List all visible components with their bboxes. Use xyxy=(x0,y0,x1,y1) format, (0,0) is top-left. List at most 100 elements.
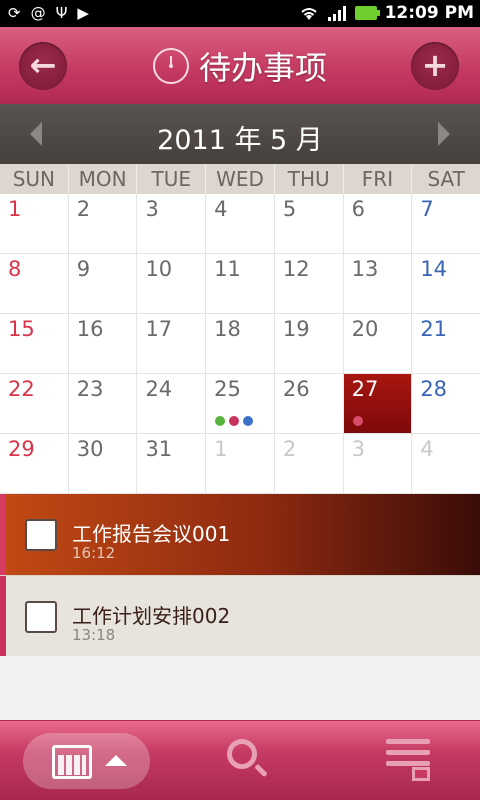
weekday-label: WED xyxy=(206,164,275,194)
status-right-icons: 12:09 PM xyxy=(299,3,474,23)
weekday-label: MON xyxy=(69,164,138,194)
page-title: 待办事项 xyxy=(198,49,327,87)
play-icon: ▶ xyxy=(77,4,89,22)
event-dot xyxy=(229,416,240,426)
calendar-icon xyxy=(52,745,92,779)
usb-icon: Ψ xyxy=(55,4,68,22)
day-number: 25 xyxy=(214,377,241,401)
empty-area xyxy=(0,656,480,720)
day-number: 9 xyxy=(76,257,91,281)
signal-icon xyxy=(327,6,346,21)
calendar-day[interactable]: 7 xyxy=(412,194,480,253)
calendar-day[interactable]: 9 xyxy=(69,254,138,313)
calendar-day[interactable]: 1 xyxy=(0,194,69,253)
task-checkbox[interactable] xyxy=(25,601,57,633)
weekday-label: TUE xyxy=(137,164,207,194)
status-time: 12:09 PM xyxy=(384,3,474,23)
calendar-day[interactable]: 19 xyxy=(275,314,344,373)
calendar-day[interactable]: 6 xyxy=(344,194,413,253)
day-number: 8 xyxy=(8,257,22,281)
day-number: 3 xyxy=(351,437,365,461)
bottom-nav xyxy=(0,720,480,800)
weekday-label: FRI xyxy=(344,164,413,194)
calendar-day[interactable]: 16 xyxy=(69,314,138,373)
app-header: ← 待办事项 + xyxy=(0,27,480,104)
calendar-day[interactable]: 2 xyxy=(275,434,344,493)
calendar-day[interactable]: 1 xyxy=(206,434,275,493)
calendar-day[interactable]: 3 xyxy=(344,434,413,493)
weekday-header: SUN MON TUE WED THU FRI SAT xyxy=(0,164,480,194)
day-number: 6 xyxy=(351,197,365,221)
day-number: 26 xyxy=(282,377,310,401)
calendar-week-row: 1 2 3 4 5 6 7 xyxy=(0,194,480,254)
day-number: 4 xyxy=(420,437,434,461)
calendar-day[interactable]: 26 xyxy=(275,374,344,433)
calendar-day[interactable]: 21 xyxy=(412,314,480,373)
calendar-day[interactable]: 2 xyxy=(69,194,138,253)
list-tab[interactable] xyxy=(386,739,430,781)
calendar-day[interactable]: 3 xyxy=(137,194,207,253)
calendar-day[interactable]: 15 xyxy=(0,314,69,373)
day-number: 1 xyxy=(214,437,228,461)
task-item[interactable]: 工作报告会议001 16:12 xyxy=(0,494,480,575)
calendar-week-row: 15 16 17 18 19 20 21 xyxy=(0,314,480,374)
day-number: 18 xyxy=(214,317,241,341)
day-number: 23 xyxy=(76,377,104,401)
calendar-day[interactable]: 5 xyxy=(275,194,344,253)
calendar-day[interactable]: 23 xyxy=(69,374,138,433)
calendar-day[interactable]: 25 xyxy=(206,374,275,433)
task-time: 13:18 xyxy=(72,626,116,644)
month-title: 2011 年 5 月 xyxy=(157,125,323,156)
day-number: 3 xyxy=(145,197,159,221)
calendar-day[interactable]: 18 xyxy=(206,314,275,373)
list-icon-box xyxy=(412,767,430,781)
day-number: 28 xyxy=(420,377,448,401)
calendar-day[interactable]: 24 xyxy=(137,374,207,433)
day-number: 13 xyxy=(351,257,379,281)
calendar-day[interactable]: 29 xyxy=(0,434,69,493)
task-title: 工作报告会议001 xyxy=(72,522,231,546)
day-number: 5 xyxy=(282,197,297,221)
calendar-day[interactable]: 10 xyxy=(137,254,207,313)
calendar-tab[interactable] xyxy=(23,733,150,789)
calendar-week-row: 8 9 10 11 12 13 14 xyxy=(0,254,480,314)
weekday-label: THU xyxy=(275,164,344,194)
search-tab[interactable] xyxy=(227,739,257,769)
day-number: 20 xyxy=(351,317,379,341)
calendar-day[interactable]: 30 xyxy=(69,434,138,493)
calendar-day[interactable]: 11 xyxy=(206,254,275,313)
calendar-grid: 1 2 3 4 5 6 7 8 9 10 11 12 13 14 15 16 17 18 19 20 21 22 23 24 2… xyxy=(0,194,480,494)
event-dots xyxy=(352,416,363,426)
day-number: 21 xyxy=(420,317,448,341)
day-number: 14 xyxy=(420,257,448,281)
day-number: 22 xyxy=(8,377,35,401)
next-month-button[interactable] xyxy=(438,122,450,146)
event-dot xyxy=(243,416,254,426)
calendar-day[interactable]: 14 xyxy=(412,254,480,313)
calendar-day[interactable]: 31 xyxy=(137,434,207,493)
day-number: 2 xyxy=(282,437,297,461)
calendar-day[interactable]: 28 xyxy=(412,374,480,433)
task-time: 16:12 xyxy=(72,544,116,562)
chevron-up-icon xyxy=(105,755,127,766)
calendar-day[interactable]: 4 xyxy=(412,434,480,493)
calendar-day[interactable]: 20 xyxy=(344,314,413,373)
calendar-week-row: 29 30 31 1 2 3 4 xyxy=(0,434,480,494)
day-number: 19 xyxy=(282,317,310,341)
day-number: 11 xyxy=(214,257,241,281)
calendar-day[interactable]: 13 xyxy=(344,254,413,313)
wifi-icon xyxy=(300,8,317,20)
calendar-day[interactable]: 17 xyxy=(137,314,207,373)
calendar-day[interactable]: 4 xyxy=(206,194,275,253)
day-number: 31 xyxy=(145,437,173,461)
add-button[interactable]: + xyxy=(411,42,459,90)
weekday-label: SUN xyxy=(0,164,69,194)
task-title: 工作计划安排002 xyxy=(72,604,231,628)
calendar-day-selected[interactable]: 27 xyxy=(343,374,413,433)
task-list: 工作报告会议001 16:12 工作计划安排002 13:18 xyxy=(0,494,480,657)
calendar-day[interactable]: 22 xyxy=(0,374,69,433)
task-checkbox[interactable] xyxy=(25,519,57,551)
task-item[interactable]: 工作计划安排002 13:18 xyxy=(0,575,480,657)
calendar-day[interactable]: 8 xyxy=(0,254,69,313)
calendar-day[interactable]: 12 xyxy=(275,254,344,313)
